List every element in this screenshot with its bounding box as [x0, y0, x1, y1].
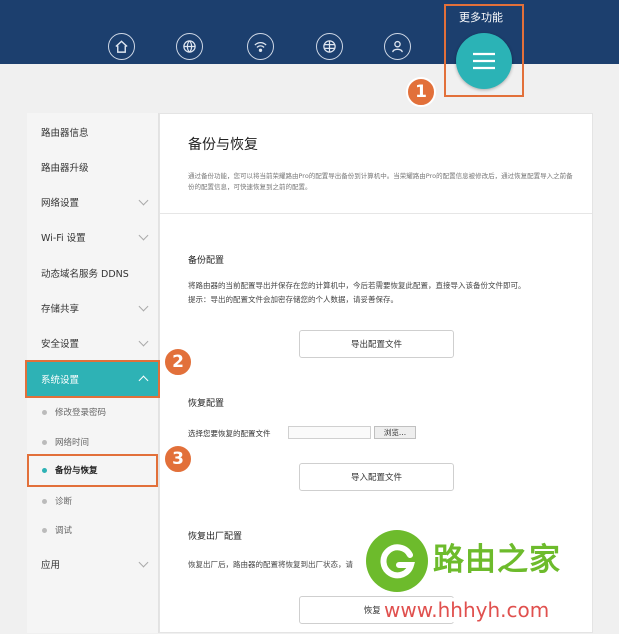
restore-file-label: 选择您要恢复的配置文件	[188, 429, 271, 438]
restore-section-title: 恢复配置	[188, 399, 225, 409]
sidebar-item-label: 路由器升级	[41, 162, 89, 174]
sidebar-subitem-diagnose[interactable]: 诊断	[27, 486, 159, 516]
bullet-dot	[42, 410, 47, 415]
sidebar-subitem-label: 网络时间	[55, 438, 90, 448]
annotation-box-backup-restore	[27, 454, 158, 487]
sidebar-subitem-debug[interactable]: 调试	[27, 515, 159, 545]
page-title: 备份与恢复	[188, 137, 258, 153]
watermark-url: www.hhhyh.com	[380, 598, 554, 622]
wifi-icon[interactable]	[247, 33, 274, 60]
sidebar-subitem-label: 诊断	[55, 497, 73, 507]
internet-globe-icon[interactable]	[316, 33, 343, 60]
chevron-down-icon	[138, 557, 149, 568]
sidebar-item-security-settings[interactable]: 安全设置	[27, 325, 159, 360]
sidebar-item-ddns[interactable]: 动态域名服务 DDNS	[27, 255, 159, 290]
sidebar-item-label: 应用	[41, 559, 61, 571]
sidebar-item-network-settings[interactable]: 网络设置	[27, 184, 159, 219]
backup-tip-line: 提示：导出的配置文件会加密存储您的个人数据，请妥善保存。	[188, 295, 398, 304]
sidebar-item-apps[interactable]: 应用	[27, 546, 159, 581]
annotation-box-system-settings	[25, 360, 160, 398]
step-badge-3: 3	[163, 444, 193, 474]
sidebar-item-router-info[interactable]: 路由器信息	[27, 114, 159, 149]
restore-file-input[interactable]	[288, 426, 371, 439]
chevron-down-icon	[138, 195, 149, 206]
backup-section-title: 备份配置	[188, 256, 225, 266]
backup-section-desc: 将路由器的当前配置导出并保存在您的计算机中，今后若需要恢复此配置，直接导入该备份…	[188, 279, 583, 307]
annotation-box-menu	[444, 4, 524, 97]
sidebar-item-label: 路由器信息	[41, 127, 89, 139]
export-config-button[interactable]: 导出配置文件	[299, 330, 454, 358]
bullet-dot	[42, 528, 47, 533]
chevron-down-icon	[138, 301, 149, 312]
sidebar-item-router-upgrade[interactable]: 路由器升级	[27, 149, 159, 184]
sidebar-item-label: 安全设置	[41, 338, 80, 350]
divider	[160, 213, 592, 214]
bullet-dot	[42, 440, 47, 445]
user-icon[interactable]	[384, 33, 411, 60]
browse-button[interactable]: 浏览...	[374, 426, 416, 439]
sidebar-item-label: 网络设置	[41, 197, 80, 209]
step-badge-1: 1	[406, 77, 436, 107]
watermark-logo	[366, 530, 428, 592]
sidebar-subitem-label: 修改登录密码	[55, 408, 107, 418]
router-home-logo-icon	[380, 544, 415, 579]
home-icon[interactable]	[108, 33, 135, 60]
bullet-dot	[42, 499, 47, 504]
factory-reset-section-title: 恢复出厂配置	[188, 532, 243, 542]
chevron-down-icon	[138, 230, 149, 241]
backup-desc-line: 将路由器的当前配置导出并保存在您的计算机中，今后若需要恢复此配置，直接导入该备份…	[188, 281, 526, 290]
sidebar-item-storage-share[interactable]: 存储共享	[27, 290, 159, 325]
watermark-title: 路由之家	[433, 542, 561, 578]
chevron-down-icon	[138, 336, 149, 347]
sidebar-item-label: 动态域名服务 DDNS	[41, 268, 129, 280]
page-description: 通过备份功能，您可以将当前荣耀路由Pro的配置导出备份到计算机中。当荣耀路由Pr…	[188, 172, 573, 191]
step-badge-2: 2	[163, 347, 193, 377]
globe-icon[interactable]	[176, 33, 203, 60]
top-navigation-bar: 更多功能	[0, 0, 619, 64]
import-config-button[interactable]: 导入配置文件	[299, 463, 454, 491]
sidebar-item-label: Wi-Fi 设置	[41, 232, 86, 244]
sidebar-subitem-network-time[interactable]: 网络时间	[27, 427, 159, 457]
sidebar-item-wifi-settings[interactable]: Wi-Fi 设置	[27, 219, 159, 254]
sidebar-subitem-change-password[interactable]: 修改登录密码	[27, 397, 159, 427]
sidebar-item-label: 存储共享	[41, 303, 80, 315]
sidebar-subitem-label: 调试	[55, 526, 73, 536]
